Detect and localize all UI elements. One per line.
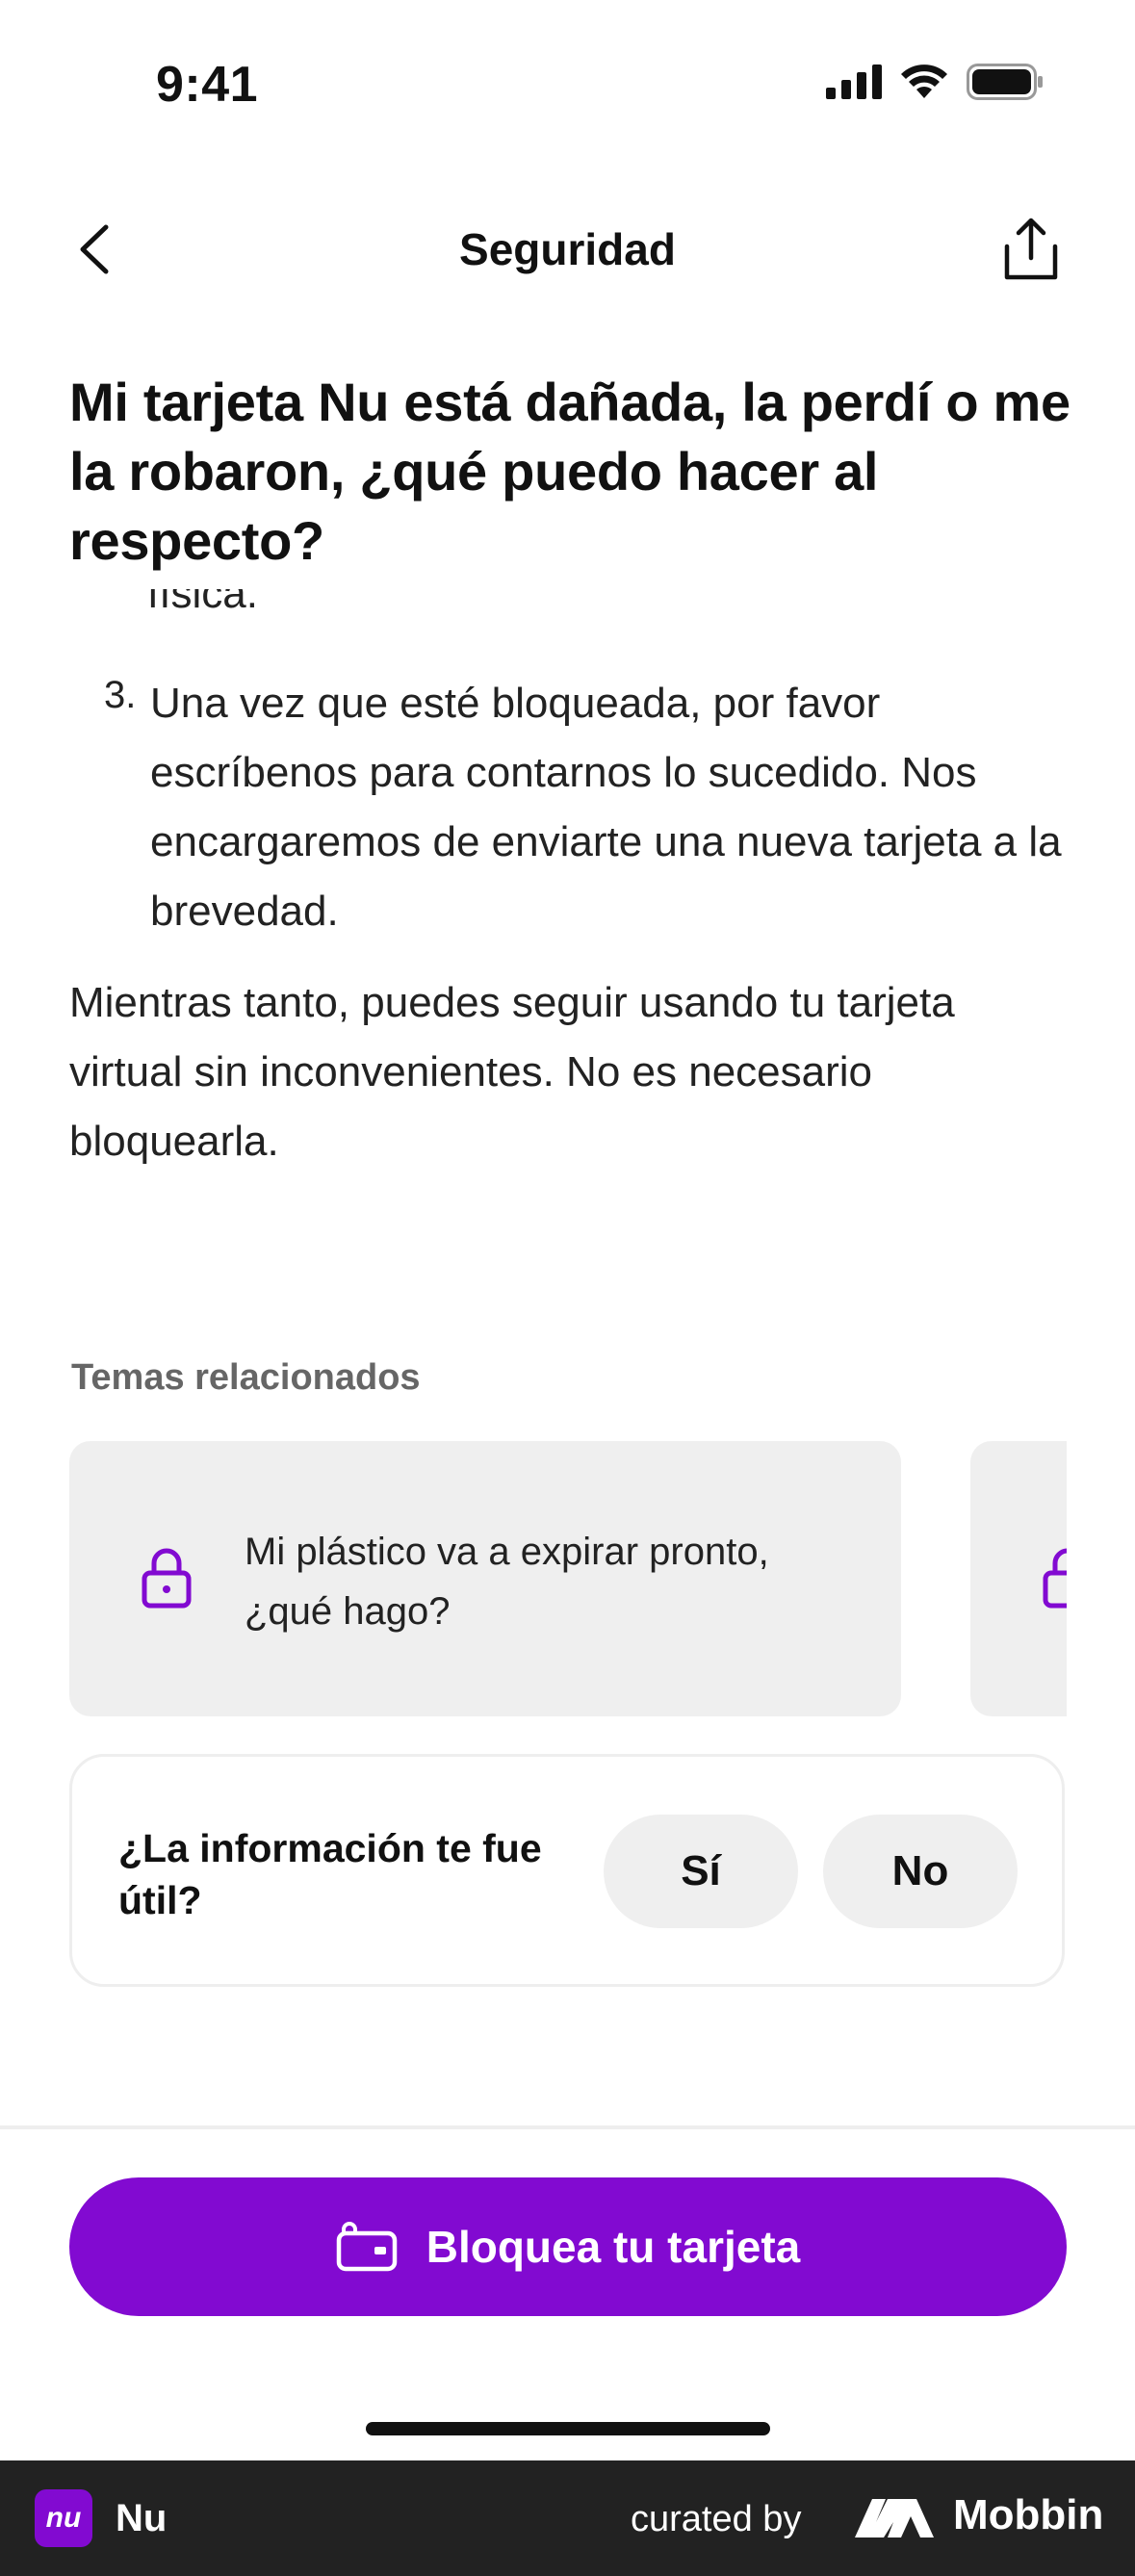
clipped-text-line: física. (147, 589, 258, 617)
curated-by-label: curated by (631, 2499, 802, 2539)
page-title: Seguridad (459, 224, 676, 274)
nu-app-logo: nu (35, 2489, 92, 2547)
related-topic-label: Mi plástico va a expirar pronto, ¿qué ha… (245, 1531, 769, 1633)
lock-icon (1043, 1548, 1067, 1609)
app-name: Nu (116, 2497, 168, 2539)
mobbin-logo-icon (855, 2499, 934, 2537)
status-time: 9:41 (156, 57, 259, 113)
related-topics-heading: Temas relacionados (71, 1357, 421, 1398)
article-paragraph: Mientras tanto, puedes seguir usando tu … (69, 979, 955, 1165)
divider (0, 2125, 1135, 2129)
mobbin-brand: Mobbin (953, 2491, 1104, 2538)
related-topic-card[interactable]: Mi plástico va a expirar pronto, ¿qué ha… (69, 1441, 901, 1716)
share-icon (1004, 218, 1058, 280)
list-item-number: 3. (104, 674, 137, 716)
card-lock-icon (336, 2222, 397, 2272)
list-item-text: Una vez que esté bloqueada, por favor es… (150, 680, 1062, 935)
cellular-signal-icon (826, 64, 882, 99)
feedback-box: ¿La información te fue útil? Sí No (69, 1754, 1065, 1987)
wifi-icon (901, 64, 947, 98)
footer-bar: nu Nu curated by Mobbin (0, 2460, 1135, 2576)
lock-icon (142, 1548, 192, 1609)
feedback-no-button[interactable]: No (823, 1815, 1018, 1928)
article-headline: Mi tarjeta Nu está dañada, la perdí o me… (69, 372, 1071, 571)
status-icons (826, 64, 1044, 100)
feedback-question: ¿La información te fue útil? (118, 1826, 542, 1922)
share-button[interactable] (1001, 216, 1061, 283)
block-card-button[interactable]: Bloquea tu tarjeta (69, 2177, 1067, 2316)
block-card-label: Bloquea tu tarjeta (426, 2222, 801, 2272)
home-indicator (366, 2422, 770, 2435)
feedback-yes-button[interactable]: Sí (604, 1815, 798, 1928)
related-topic-card-partial[interactable] (970, 1441, 1067, 1716)
battery-icon (967, 64, 1043, 100)
